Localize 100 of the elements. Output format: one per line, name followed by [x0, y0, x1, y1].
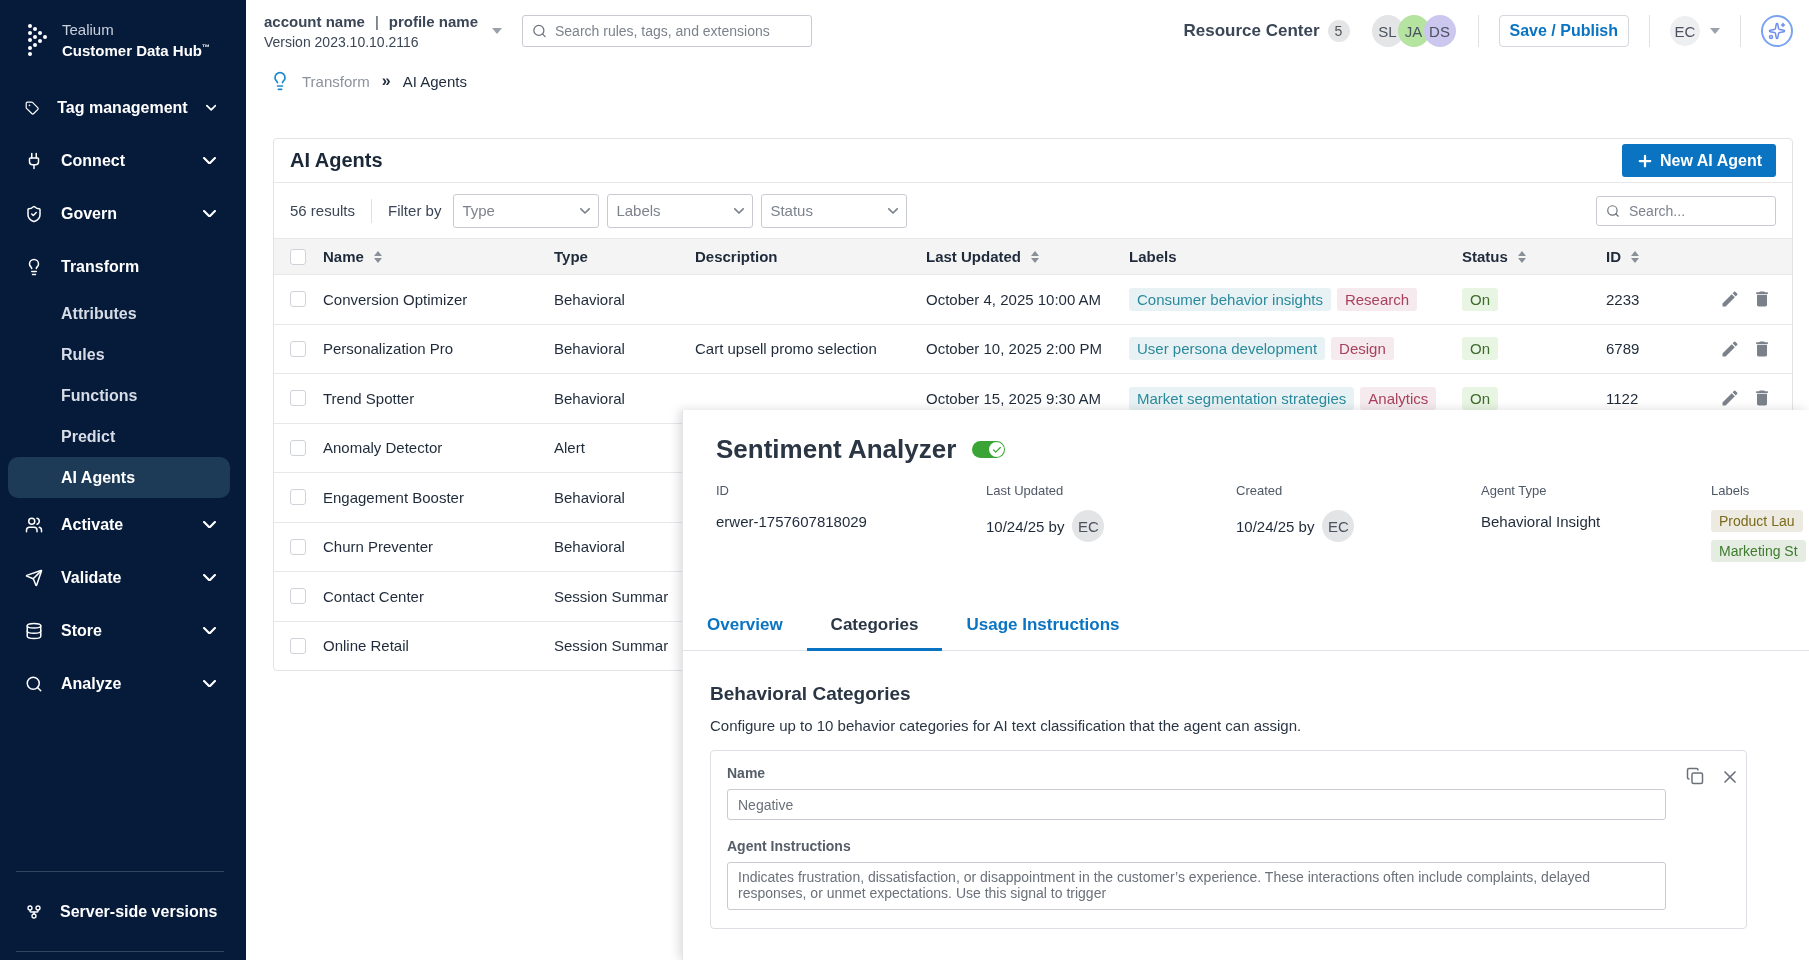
shield-icon: [25, 204, 43, 223]
sort-icon[interactable]: [373, 250, 382, 263]
checkbox[interactable]: [290, 390, 306, 407]
nav-subitem[interactable]: Rules: [8, 334, 230, 375]
table-cell-text: Behavioral: [554, 389, 626, 407]
search-field[interactable]: Search rules, tags, and extensions: [521, 15, 812, 47]
pencil-icon[interactable]: [1720, 338, 1740, 359]
section-title: Behavioral Categories: [710, 683, 912, 705]
sort-icon[interactable]: [1631, 250, 1639, 263]
checkbox[interactable]: [290, 538, 306, 555]
nav-subitem[interactable]: Attributes: [8, 293, 230, 334]
user-avatar[interactable]: DS: [1423, 15, 1456, 47]
new-agent-button[interactable]: New AI Agent: [1622, 144, 1776, 177]
card-title: AI Agents: [290, 149, 383, 172]
table-cell-text: Conversion Optimizer: [323, 290, 469, 308]
meta-value: Behavioral Insight: [1481, 512, 1601, 530]
nav-subitem[interactable]: Predict: [8, 416, 230, 457]
table-cell-text: Behavioral: [554, 340, 626, 358]
pencil-icon[interactable]: [1720, 388, 1740, 409]
pencil-icon[interactable]: [1720, 289, 1740, 310]
version-text: Version 2023.10.10.2116: [264, 33, 420, 50]
product-name: Customer Data Hub$^{™}$: [62, 41, 211, 60]
paper-plane-icon: [25, 568, 43, 587]
checkbox[interactable]: [290, 340, 306, 357]
nav-item[interactable]: Activate: [0, 498, 246, 551]
save-publish-button[interactable]: Save / Publish: [1498, 15, 1629, 47]
meta-label: Labels: [1711, 483, 1751, 498]
filter-dropdown[interactable]: Status: [761, 193, 908, 228]
filter-label: Filter by: [388, 202, 442, 219]
results-count: 56 results: [290, 202, 356, 219]
count-badge: 5: [1327, 20, 1350, 42]
table-cell-text: Churn Preventer: [323, 538, 435, 556]
nav-item[interactable]: Connect: [0, 134, 246, 187]
tab[interactable]: Overview: [683, 601, 807, 651]
checkbox[interactable]: [290, 291, 306, 308]
checkbox[interactable]: [290, 489, 306, 506]
name-field[interactable]: Negative: [727, 789, 1666, 820]
sort-icon[interactable]: [1031, 250, 1039, 263]
table-cell-text: 1122: [1606, 389, 1640, 407]
tab[interactable]: Usage Instructions: [942, 601, 1144, 651]
label-tag: Consumer behavior insights: [1129, 287, 1331, 311]
instructions-field[interactable]: Indicates frustration, dissatisfaction, or disappointment in the customer’s experience. These interactions often include complaints, delayed responses, or unmet expectations. Use this signal to trigger: [727, 862, 1666, 910]
sparkles-icon: [1768, 22, 1786, 40]
check-icon: [991, 444, 1002, 455]
filter-dropdown[interactable]: Type: [453, 193, 600, 228]
checkbox[interactable]: [290, 637, 306, 654]
ai-assistant-button[interactable]: [1761, 15, 1793, 47]
table-cell-text: Alert: [554, 439, 586, 457]
nav-item[interactable]: Store: [0, 604, 246, 657]
nav-item[interactable]: Validate: [0, 551, 246, 604]
meta-label: ID: [716, 483, 730, 498]
people-icon: [25, 515, 43, 534]
account-name: account name: [264, 12, 365, 30]
table-cell-text: October 15, 2025 9:30 AM: [926, 389, 1103, 407]
label-tag: Design: [1331, 337, 1394, 361]
checkbox[interactable]: [290, 248, 306, 265]
table-cell-text: Behavioral: [554, 538, 626, 556]
label-tag: Product Lau: [1711, 510, 1803, 532]
nav-item[interactable]: Analyze: [0, 657, 246, 710]
caret-icon[interactable]: [1710, 28, 1720, 34]
checkbox[interactable]: [290, 439, 306, 456]
caret-icon[interactable]: [491, 28, 502, 34]
user-avatar[interactable]: EC: [1670, 16, 1700, 46]
toggle-switch[interactable]: [972, 441, 1006, 458]
field-label: Agent Instructions: [727, 838, 852, 854]
nav-item[interactable]: Transform: [0, 240, 246, 293]
field-label: Name: [727, 765, 767, 781]
panel-title: Sentiment Analyzer: [716, 434, 957, 465]
chevron-down-icon: [203, 209, 216, 218]
meta-label: Agent Type: [1481, 483, 1548, 498]
tag-icon: [25, 98, 40, 117]
tab[interactable]: Categories: [806, 601, 943, 651]
label-tag: User persona development: [1129, 337, 1326, 361]
nav-subitem[interactable]: AI Agents: [8, 457, 230, 498]
nav-item[interactable]: Tag management: [0, 81, 246, 134]
nav-item[interactable]: Govern: [0, 187, 246, 240]
chevron-down-icon: [203, 626, 216, 635]
meta-value: 10/24/25 by: [1236, 517, 1315, 535]
breadcrumb-link[interactable]: AI Agents: [402, 72, 467, 90]
sort-icon[interactable]: [1517, 250, 1526, 263]
column-header: Description: [695, 248, 778, 265]
resource-center-link[interactable]: Resource Center: [1183, 21, 1320, 41]
table-cell-text: Contact Center: [323, 587, 425, 605]
checkbox[interactable]: [290, 588, 306, 605]
meta-label: Created: [1236, 483, 1284, 498]
user-avatar: EC: [1072, 510, 1105, 542]
column-header: Labels: [1129, 248, 1177, 265]
filter-dropdown[interactable]: Labels: [607, 193, 754, 228]
server-side-versions-link[interactable]: Server-side versions: [16, 902, 218, 921]
copy-icon[interactable]: [1686, 767, 1704, 785]
search-field[interactable]: Search...: [1596, 195, 1776, 226]
table-cell-text: Session Summar: [554, 637, 670, 655]
meta-label: Last Updated: [986, 483, 1065, 498]
logo-icon: [26, 23, 48, 58]
company-name: Tealium: [62, 21, 115, 39]
chevron-down-icon: [580, 207, 591, 214]
column-header: Last Updated: [926, 248, 1021, 265]
chevron-down-icon: [203, 679, 216, 688]
label-tag: Research: [1336, 287, 1418, 311]
nav-subitem[interactable]: Functions: [8, 375, 230, 416]
